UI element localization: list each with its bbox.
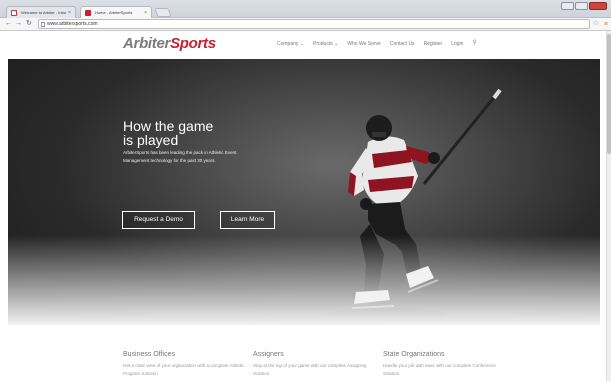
- feature-title-assigners[interactable]: Assigners: [253, 351, 284, 358]
- hero-title-line2: is played: [123, 132, 179, 148]
- nav-contact-us[interactable]: Contact Us: [390, 41, 415, 47]
- close-tab-icon[interactable]: ×: [68, 7, 71, 18]
- feature-desc-state-organizations: Handle your job with ease with our compl…: [383, 363, 496, 376]
- scrollbar-thumb[interactable]: [607, 34, 611, 154]
- window-controls: [561, 2, 607, 10]
- site-logo[interactable]: ArbiterSports: [123, 35, 216, 52]
- request-demo-button[interactable]: Request a Demo: [122, 211, 195, 229]
- address-url: www.arbitersports.com: [47, 21, 98, 27]
- hero-title-line1: How the game: [123, 118, 214, 134]
- main-nav: Company ⌄ Products ⌄ Who We Serve Contac…: [277, 40, 477, 47]
- page-icon: [41, 22, 45, 27]
- browser-tab-home[interactable]: Home - ArbiterSports ×: [80, 6, 152, 18]
- forward-arrow-icon[interactable]: →: [15, 19, 22, 29]
- feature-title-business-offices[interactable]: Business Offices: [123, 351, 175, 358]
- arbiter-favicon-icon: [85, 10, 91, 16]
- nav-company[interactable]: Company ⌄: [277, 41, 304, 47]
- page-scrollbar[interactable]: [606, 31, 611, 381]
- site-header: ArbiterSports Company ⌄ Products ⌄ Who W…: [0, 31, 606, 59]
- new-tab-button[interactable]: [154, 8, 172, 17]
- address-bar[interactable]: www.arbitersports.com: [38, 19, 590, 29]
- back-arrow-icon[interactable]: ←: [5, 19, 12, 29]
- hero-banner: How the game is played ArbiterSports has…: [8, 59, 600, 325]
- nav-login[interactable]: Login: [451, 41, 463, 47]
- nav-who-we-serve[interactable]: Who We Serve: [347, 41, 381, 47]
- minimize-button[interactable]: [561, 2, 574, 10]
- nav-products[interactable]: Products ⌄: [313, 41, 338, 47]
- hero-description: ArbiterSports has been leading the pack …: [123, 150, 237, 163]
- logo-text-arbiter: Arbiter: [123, 35, 171, 52]
- browser-toolbar: ← → ↻ www.arbitersports.com ☆ ≡: [0, 18, 611, 31]
- hero-title: How the game is played: [123, 119, 243, 147]
- chrome-menu-icon[interactable]: ≡: [604, 20, 608, 29]
- close-tab-icon[interactable]: ×: [144, 7, 147, 18]
- feature-desc-assigners: Stay at the top of your game with our co…: [253, 363, 367, 376]
- tab-title: Home - ArbiterSports: [95, 10, 133, 15]
- tab-title: Welcome to Arbiter - Inbo: [21, 10, 67, 15]
- hero-fade: [8, 235, 600, 325]
- browser-tab-inbox[interactable]: Welcome to Arbiter - Inbo ×: [6, 6, 76, 18]
- gmail-favicon-icon: [11, 10, 17, 16]
- browser-tab-strip: Welcome to Arbiter - Inbo × Home - Arbit…: [0, 0, 611, 18]
- feature-desc-business-offices: Get a clear view of your organization wi…: [123, 363, 245, 376]
- reload-icon[interactable]: ↻: [26, 19, 32, 29]
- learn-more-button[interactable]: Learn More: [220, 211, 275, 229]
- logo-text-sports: Sports: [170, 35, 216, 52]
- maximize-button[interactable]: [575, 2, 588, 10]
- close-window-button[interactable]: [589, 2, 607, 10]
- feature-title-state-organizations[interactable]: State Organizations: [383, 351, 444, 358]
- nav-register[interactable]: Register: [424, 41, 443, 47]
- search-icon[interactable]: ⚲: [472, 40, 476, 47]
- bookmark-star-icon[interactable]: ☆: [593, 19, 599, 29]
